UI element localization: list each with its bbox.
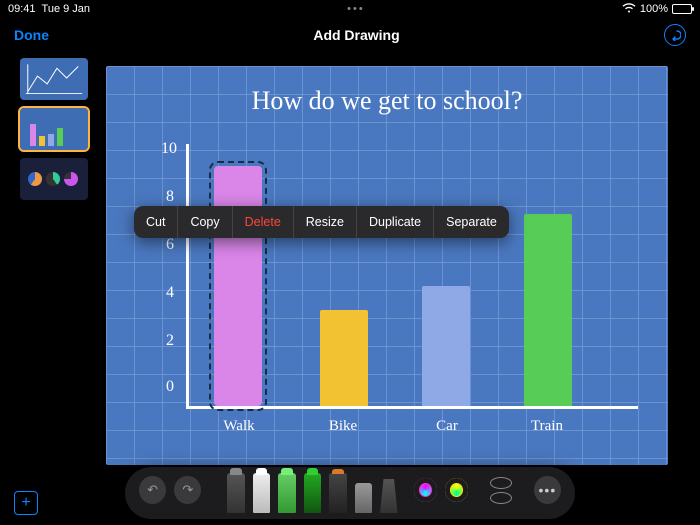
x-label-car: Car [412,418,482,435]
wifi-icon [622,3,636,16]
y-tick-2: 2 [166,332,174,350]
context-menu: Cut Copy Delete Resize Duplicate Separat… [134,206,509,238]
multitask-indicator[interactable]: ••• [90,3,622,15]
status-bar: 09:41 Tue 9 Jan ••• 100% [0,0,700,18]
page-title: Add Drawing [49,27,664,43]
chart-title: How do we get to school? [106,86,668,116]
bar-train[interactable] [524,214,572,406]
menu-separate[interactable]: Separate [434,206,509,238]
y-tick-8: 8 [166,188,174,206]
bar-car[interactable] [422,286,470,406]
x-axis [186,406,638,409]
slide-navigator[interactable]: 1 2 3 + [0,52,96,525]
menu-cut[interactable]: Cut [134,206,178,238]
menu-resize[interactable]: Resize [294,206,357,238]
layers-button[interactable] [490,477,512,504]
marker-tool[interactable] [329,473,346,513]
redo-tool-button[interactable]: ↷ [174,476,201,504]
drawing-toolbar: ↶ ↷ ••• [125,467,575,519]
y-axis [186,144,189,409]
eraser-tool[interactable] [355,483,372,513]
x-label-bike: Bike [308,418,378,435]
done-button[interactable]: Done [14,27,49,43]
add-slide-button[interactable]: + [14,491,38,515]
color-picker-2[interactable] [445,478,468,502]
slide-thumbnail-3[interactable]: 3 [20,158,88,200]
menu-copy[interactable]: Copy [178,206,232,238]
ruler-tool[interactable] [380,479,397,513]
y-tick-10: 10 [161,140,177,158]
undo-tool-button[interactable]: ↶ [139,476,166,504]
bar-bike[interactable] [320,310,368,406]
x-label-walk: Walk [204,418,274,435]
battery-pct: 100% [640,3,668,15]
slide-thumbnail-1[interactable]: 1 [20,58,88,100]
crayon-tool-green[interactable] [304,473,321,513]
y-tick-0: 0 [166,378,174,396]
menu-delete[interactable]: Delete [233,206,294,238]
bar-walk[interactable] [214,166,262,406]
x-label-train: Train [512,418,582,435]
y-tick-4: 4 [166,284,174,302]
slide-thumbnail-2[interactable]: 2 [20,108,88,150]
status-date: Tue 9 Jan [42,3,91,15]
undo-button[interactable] [664,24,686,46]
menu-duplicate[interactable]: Duplicate [357,206,434,238]
pen-tool-gray[interactable] [227,473,244,513]
y-tick-6: 6 [166,236,174,254]
battery-icon [672,4,692,14]
color-picker-1[interactable] [414,478,437,502]
more-tools-button[interactable]: ••• [534,476,561,504]
status-time: 09:41 [8,3,36,15]
nav-toolbar: Done Add Drawing [0,18,700,52]
pencil-tool-green[interactable] [278,473,295,513]
slide-canvas[interactable]: How do we get to school? 10 8 6 4 2 0 Wa… [106,66,668,465]
pen-tool-white[interactable] [253,473,270,513]
